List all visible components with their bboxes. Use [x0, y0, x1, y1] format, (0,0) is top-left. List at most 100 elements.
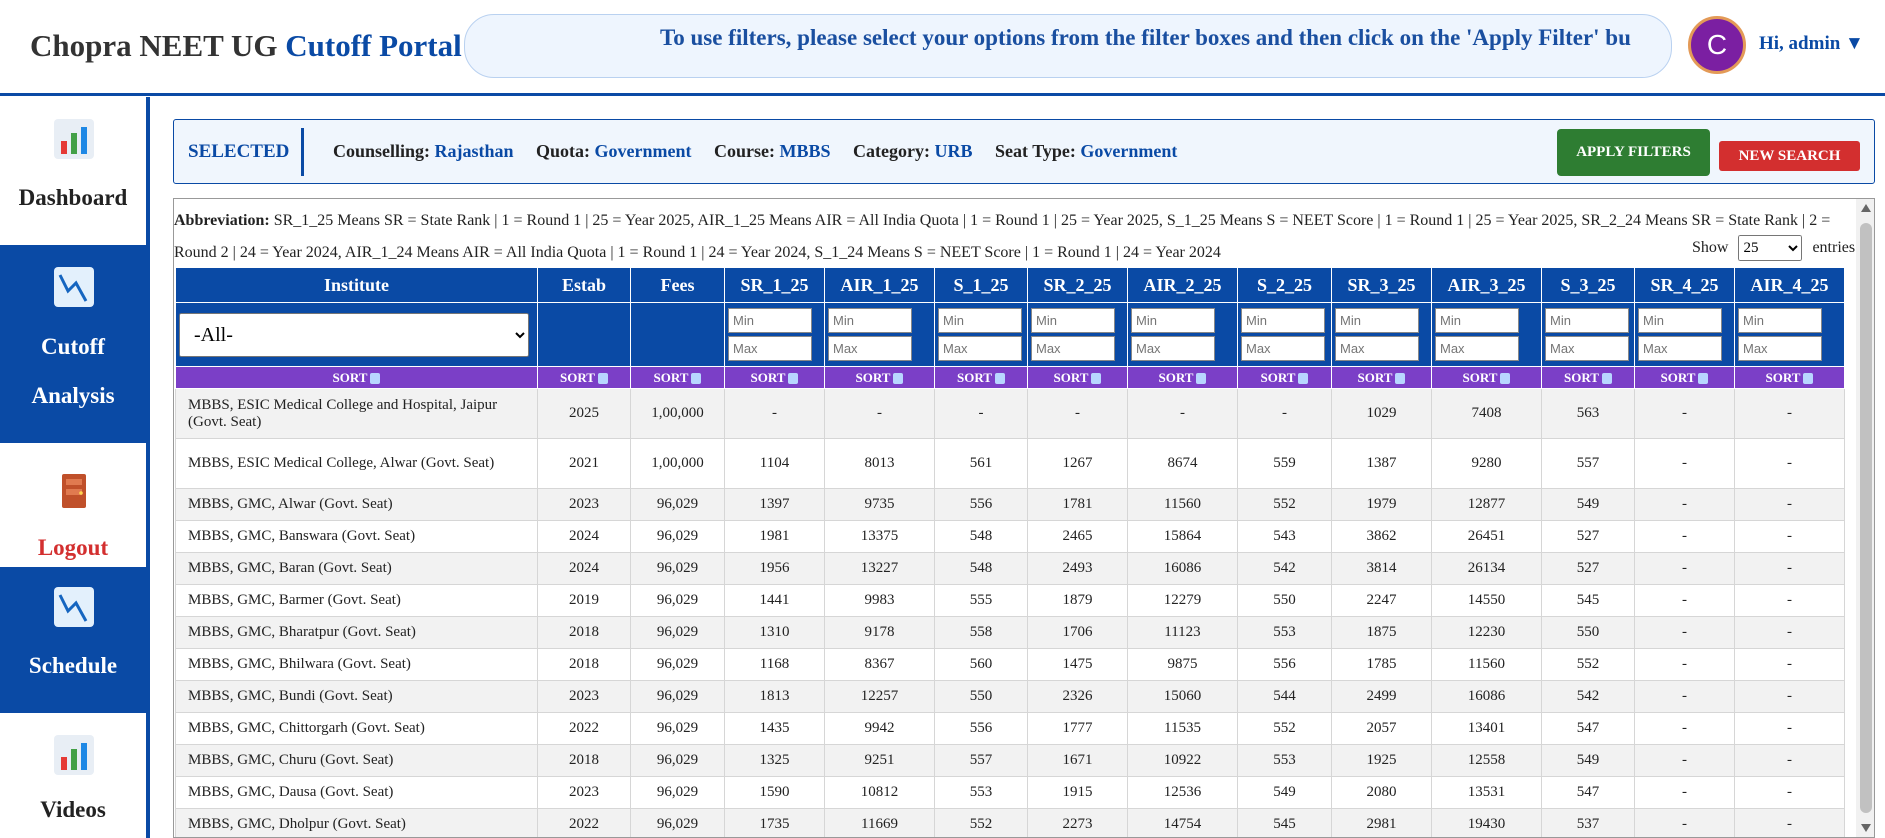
scroll-thumb[interactable] — [1860, 223, 1872, 813]
entries-select[interactable]: 25 — [1738, 235, 1803, 261]
min-filter-input[interactable] — [938, 308, 1022, 333]
sort-label: SORT — [1564, 369, 1599, 385]
min-filter-input[interactable] — [1031, 308, 1115, 333]
sort-toggle[interactable]: SORT — [1541, 366, 1635, 389]
min-filter-input[interactable] — [1545, 308, 1629, 333]
sidebar-item-videos[interactable]: Videos — [0, 713, 146, 838]
table-row[interactable]: MBBS, GMC, Bharatpur (Govt. Seat) 2018 96,… — [175, 616, 1845, 649]
new-search-button[interactable]: NEW SEARCH — [1719, 141, 1860, 171]
table-cell: 1441 — [724, 584, 825, 617]
table-cell: 1813 — [724, 680, 825, 713]
sort-toggle[interactable]: SORT — [537, 366, 631, 389]
sort-toggle[interactable]: SORT — [1331, 366, 1432, 389]
sidebar-item-logout[interactable]: Logout — [0, 443, 146, 567]
sort-toggle[interactable]: SORT — [1127, 366, 1238, 389]
table-row[interactable]: MBBS, GMC, Dholpur (Govt. Seat) 2022 96,02… — [175, 808, 1845, 837]
divider — [301, 128, 304, 176]
table-cell: - — [1027, 388, 1128, 439]
table-row[interactable]: MBBS, GMC, Baran (Govt. Seat) 2024 96,029 1… — [175, 552, 1845, 585]
max-filter-input[interactable] — [1335, 336, 1419, 361]
min-filter-input[interactable] — [1638, 308, 1722, 333]
table-cell: 552 — [934, 808, 1028, 837]
sort-toggle[interactable]: SORT — [1431, 366, 1542, 389]
min-filter-input[interactable] — [1241, 308, 1325, 333]
institute-filter-select[interactable]: -All- — [179, 312, 529, 357]
column-header: AIR_2_25 — [1127, 267, 1238, 303]
sidebar-item-dashboard[interactable]: Dashboard — [0, 97, 146, 245]
table-cell: 1706 — [1027, 616, 1128, 649]
sort-label: SORT — [1660, 369, 1696, 385]
apply-filters-button[interactable]: APPLY FILTERS — [1557, 129, 1710, 176]
max-filter-input[interactable] — [938, 336, 1022, 361]
scroll-up-arrow-icon[interactable] — [1861, 204, 1871, 212]
max-filter-input[interactable] — [828, 336, 912, 361]
scroll-down-arrow-icon[interactable] — [1861, 824, 1871, 832]
max-filter-input[interactable] — [1738, 336, 1822, 361]
sort-label: SORT — [1053, 369, 1089, 385]
sort-toggle[interactable]: SORT — [1634, 366, 1735, 389]
sort-toggle[interactable]: SORT — [630, 366, 725, 389]
min-filter-input[interactable] — [1738, 308, 1822, 333]
max-filter-input[interactable] — [1638, 336, 1722, 361]
table-row[interactable]: MBBS, GMC, Chittorgarh (Govt. Seat) 2022 9… — [175, 712, 1845, 745]
column-header: S_2_25 — [1237, 267, 1332, 303]
sort-label: SORT — [855, 369, 891, 385]
column-sort-row: SORT SORT SORT SORT SORT SORT SORT SORT SORT SORT… — [175, 366, 1845, 389]
max-filter-input[interactable] — [1131, 336, 1215, 361]
table-cell: - — [1634, 680, 1735, 713]
table-cell: - — [1634, 488, 1735, 521]
sidebar-item-schedule[interactable]: Schedule — [0, 567, 146, 713]
max-filter-input[interactable] — [1241, 336, 1325, 361]
avatar[interactable]: C — [1688, 16, 1746, 74]
table-cell: 2981 — [1331, 808, 1432, 837]
filter-label: Seat Type: — [995, 141, 1076, 161]
sort-arrows-icon — [1091, 373, 1102, 385]
table-row[interactable]: MBBS, GMC, Bhilwara (Govt. Seat) 2018 96,0… — [175, 648, 1845, 681]
table-row[interactable]: MBBS, GMC, Alwar (Govt. Seat) 2023 96,029 1… — [175, 488, 1845, 521]
sidebar-item-cutoff-analysis[interactable]: Cutoff Analysis — [0, 245, 146, 443]
table-cell: 8674 — [1127, 438, 1238, 489]
filter-value-category: URB — [934, 141, 973, 161]
abbreviation-note: Abbreviation: SR_1_25 Means SR = State R… — [174, 205, 1856, 269]
table-cell: 12536 — [1127, 776, 1238, 809]
table-row[interactable]: MBBS, ESIC Medical College, Alwar (Govt.… — [175, 438, 1845, 489]
sort-toggle[interactable]: SORT — [824, 366, 935, 389]
table-cell: 8013 — [824, 438, 935, 489]
table-cell: 12257 — [824, 680, 935, 713]
max-filter-input[interactable] — [1435, 336, 1519, 361]
vertical-scrollbar[interactable] — [1856, 199, 1874, 837]
table-row[interactable]: MBBS, GMC, Barmer (Govt. Seat) 2019 96,029… — [175, 584, 1845, 617]
table-row[interactable]: MBBS, GMC, Churu (Govt. Seat) 2018 96,029 1… — [175, 744, 1845, 777]
table-row[interactable]: MBBS, GMC, Bundi (Govt. Seat) 2023 96,029 1… — [175, 680, 1845, 713]
abbreviation-label: Abbreviation: — [174, 212, 270, 229]
table-row[interactable]: MBBS, GMC, Banswara (Govt. Seat) 2024 96,0… — [175, 520, 1845, 553]
table-cell: 8367 — [824, 648, 935, 681]
table-cell: 1435 — [724, 712, 825, 745]
sort-toggle[interactable]: SORT — [724, 366, 825, 389]
table-cell: 13531 — [1431, 776, 1542, 809]
table-row[interactable]: MBBS, GMC, Dausa (Govt. Seat) 2023 96,029 1… — [175, 776, 1845, 809]
min-filter-input[interactable] — [1435, 308, 1519, 333]
table-row[interactable]: MBBS, ESIC Medical College and Hospital,… — [175, 388, 1845, 439]
min-filter-input[interactable] — [728, 308, 812, 333]
sort-toggle[interactable]: SORT — [1237, 366, 1332, 389]
sort-toggle[interactable]: SORT — [1027, 366, 1128, 389]
filter-value-counselling: Rajasthan — [434, 141, 514, 161]
table-cell: 96,029 — [630, 520, 725, 553]
max-filter-input[interactable] — [728, 336, 812, 361]
max-filter-input[interactable] — [1545, 336, 1629, 361]
sort-toggle[interactable]: SORT — [175, 366, 538, 389]
sort-toggle[interactable]: SORT — [934, 366, 1028, 389]
table-cell: - — [1734, 552, 1845, 585]
min-filter-input[interactable] — [828, 308, 912, 333]
table-cell: 96,029 — [630, 584, 725, 617]
min-filter-input[interactable] — [1131, 308, 1215, 333]
table-cell: 557 — [934, 744, 1028, 777]
user-menu[interactable]: Hi, admin ▼ — [1759, 33, 1864, 55]
sort-toggle[interactable]: SORT — [1734, 366, 1845, 389]
max-filter-input[interactable] — [1031, 336, 1115, 361]
table-cell: - — [1237, 388, 1332, 439]
table-cell: 2023 — [537, 488, 631, 521]
min-filter-input[interactable] — [1335, 308, 1419, 333]
table-cell: 1267 — [1027, 438, 1128, 489]
